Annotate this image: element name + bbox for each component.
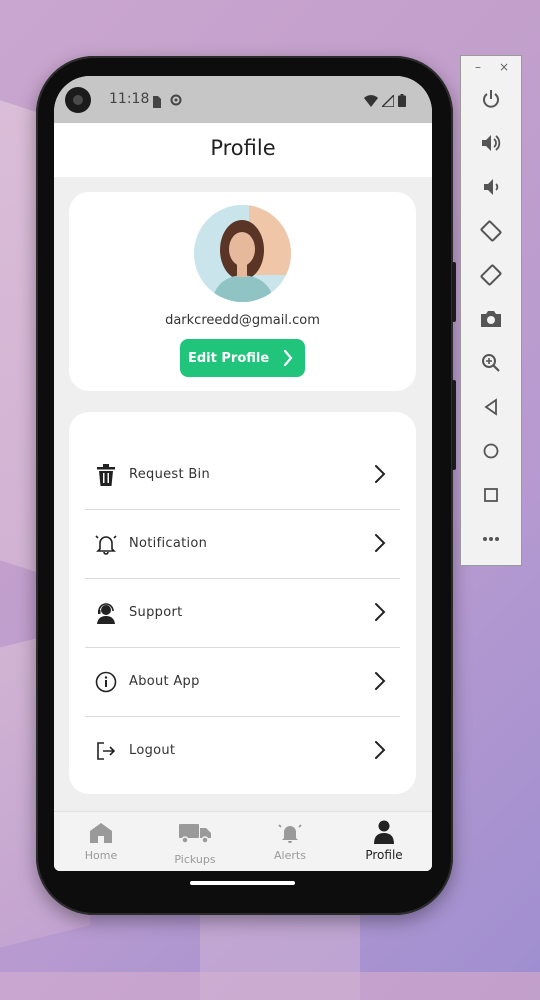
status-bar: 11:18 xyxy=(54,76,432,123)
menu-item-logout[interactable]: Logout xyxy=(85,716,400,785)
bell-icon xyxy=(95,533,117,555)
home-indicator[interactable] xyxy=(190,881,295,885)
phone-screen: 11:18 Profile darkcreedd@gmail.com Edit … xyxy=(54,76,432,871)
alarm-bell-icon xyxy=(243,822,337,844)
toolbar-window-controls: – × xyxy=(461,60,521,76)
nav-label: Pickups xyxy=(174,853,216,866)
back-icon[interactable] xyxy=(478,394,504,420)
menu-item-label: Notification xyxy=(129,536,208,551)
page-title: Profile xyxy=(210,136,276,160)
status-time: 11:18 xyxy=(109,91,150,107)
power-icon[interactable] xyxy=(478,86,504,112)
nav-label: Profile xyxy=(365,848,403,862)
chevron-right-icon xyxy=(374,533,386,557)
gear-icon xyxy=(169,92,183,111)
phone-side-button xyxy=(452,262,456,322)
profile-card: darkcreedd@gmail.com Edit Profile xyxy=(69,192,416,391)
nav-item-profile[interactable]: Profile xyxy=(337,812,431,871)
chevron-right-icon xyxy=(283,349,293,371)
signal-icon xyxy=(380,92,395,111)
menu-item-label: Request Bin xyxy=(129,467,211,482)
menu-item-label: Support xyxy=(129,605,183,620)
status-icons xyxy=(364,92,406,111)
nav-item-home[interactable]: Home xyxy=(54,812,148,871)
truck-icon xyxy=(148,822,242,844)
sim-icon xyxy=(151,93,161,112)
menu-card: Request Bin Notification Support About A… xyxy=(69,412,416,794)
chevron-right-icon xyxy=(374,740,386,764)
home-circle-icon[interactable] xyxy=(478,438,504,464)
trash-bin-icon xyxy=(95,463,117,486)
overview-icon[interactable] xyxy=(478,482,504,508)
more-icon[interactable] xyxy=(478,526,504,552)
front-camera xyxy=(65,87,91,113)
profile-email: darkcreedd@gmail.com xyxy=(165,313,320,328)
chevron-right-icon xyxy=(374,464,386,488)
person-icon xyxy=(337,820,431,844)
nav-item-pickups[interactable]: Pickups xyxy=(148,812,242,871)
phone-side-button xyxy=(452,380,456,470)
home-icon xyxy=(54,822,148,844)
menu-item-label: About App xyxy=(129,674,200,689)
avatar[interactable] xyxy=(194,205,291,302)
menu-item-request-bin[interactable]: Request Bin xyxy=(85,440,400,509)
app-bar: Profile xyxy=(54,123,432,177)
menu-item-notification[interactable]: Notification xyxy=(85,509,400,578)
volume-up-icon[interactable] xyxy=(478,130,504,156)
rotate-right-icon[interactable] xyxy=(478,262,504,288)
menu-item-label: Logout xyxy=(129,743,176,758)
info-icon xyxy=(95,671,117,693)
chevron-right-icon xyxy=(374,602,386,626)
chevron-right-icon xyxy=(374,671,386,695)
nav-label: Home xyxy=(84,849,118,862)
wifi-icon xyxy=(364,92,378,111)
emulator-toolbar: – × xyxy=(460,55,522,566)
menu-item-about-app[interactable]: About App xyxy=(85,647,400,716)
menu-item-support[interactable]: Support xyxy=(85,578,400,647)
logout-icon xyxy=(95,740,117,762)
battery-icon xyxy=(398,92,406,111)
support-agent-icon xyxy=(95,602,117,624)
bottom-navigation: Home Pickups Alerts Profile xyxy=(54,811,432,871)
minimize-button[interactable]: – xyxy=(475,60,481,74)
zoom-icon[interactable] xyxy=(478,350,504,376)
nav-label: Alerts xyxy=(274,849,306,862)
nav-item-alerts[interactable]: Alerts xyxy=(243,812,337,871)
volume-down-icon[interactable] xyxy=(478,174,504,200)
camera-icon[interactable] xyxy=(478,306,504,332)
edit-profile-button[interactable]: Edit Profile xyxy=(180,339,305,377)
edit-profile-label: Edit Profile xyxy=(188,350,270,366)
close-button[interactable]: × xyxy=(499,60,509,74)
rotate-left-icon[interactable] xyxy=(478,218,504,244)
